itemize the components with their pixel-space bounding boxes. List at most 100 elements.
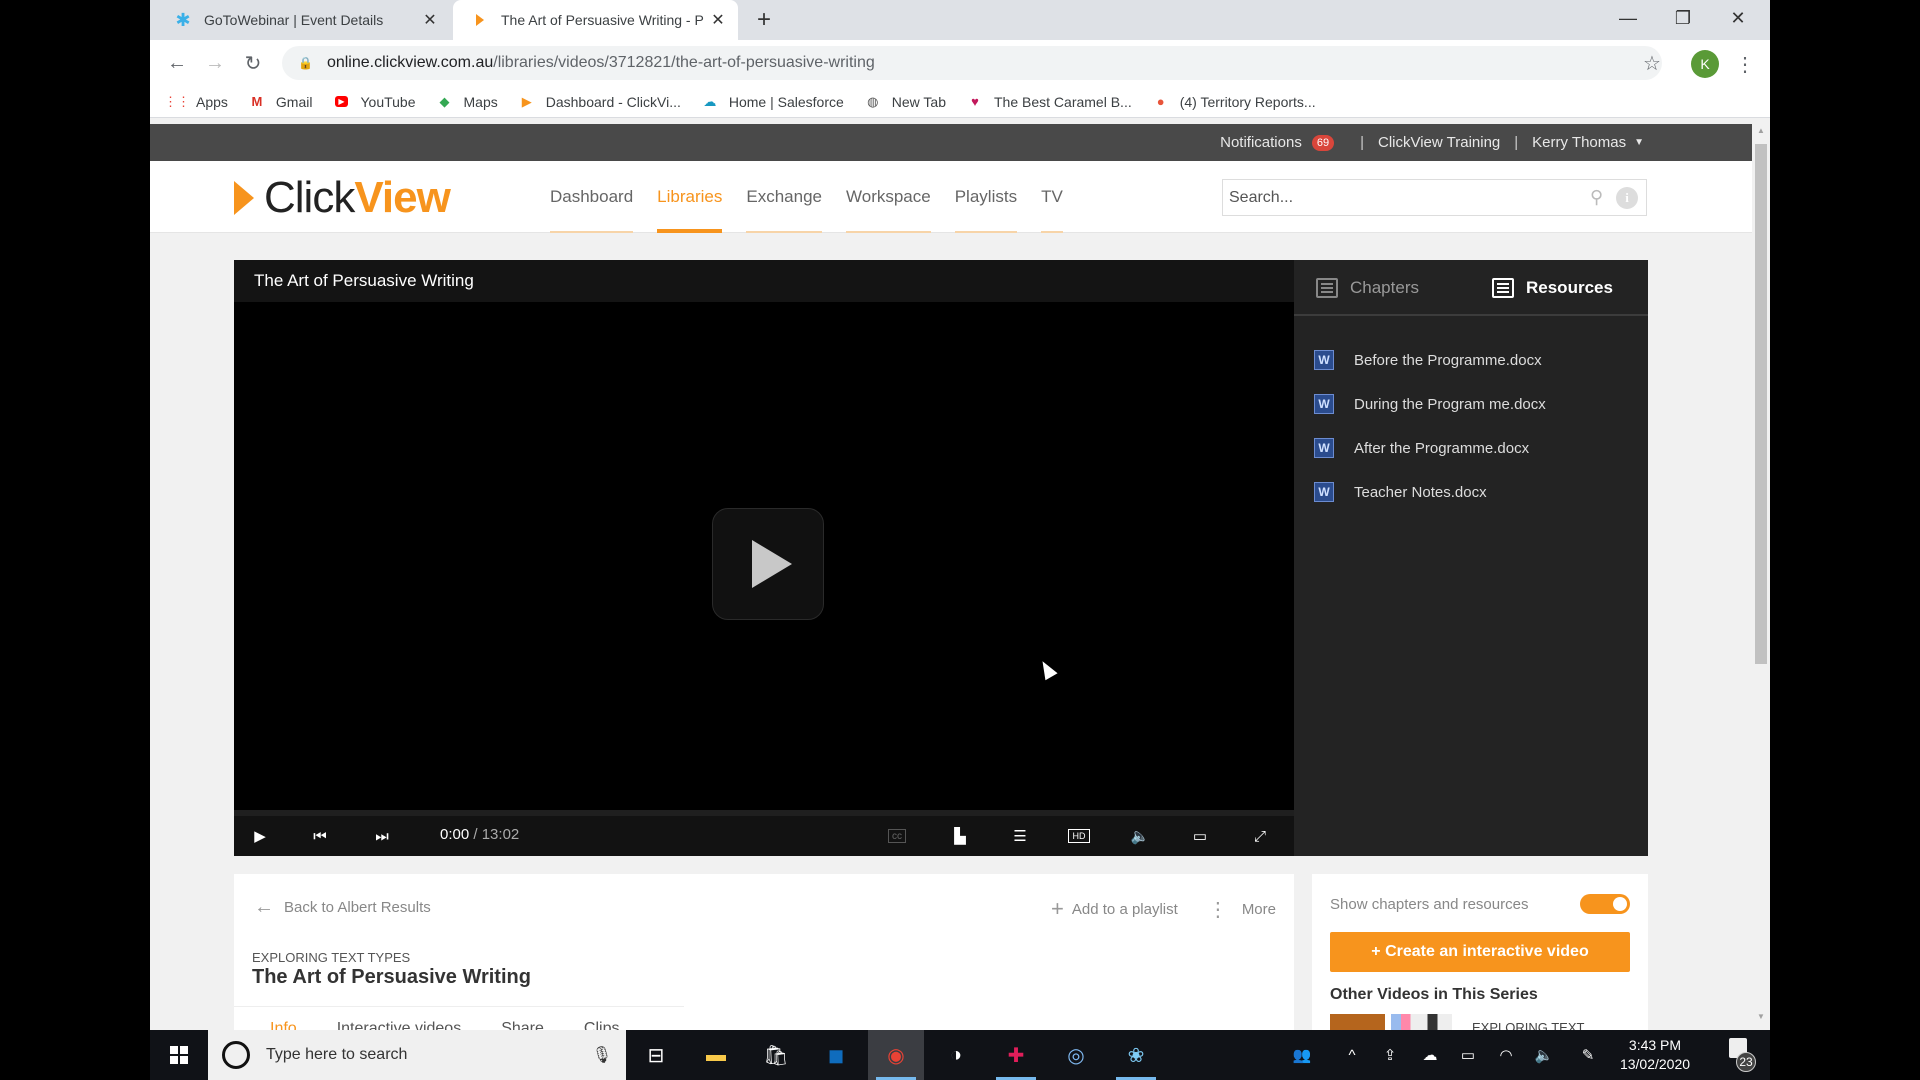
close-window-button[interactable]: ✕: [1715, 0, 1761, 36]
tab-interactive-videos[interactable]: Interactive videos: [337, 1020, 462, 1030]
create-interactive-video-button[interactable]: + Create an interactive video: [1330, 932, 1630, 972]
close-tab-icon[interactable]: ✕: [706, 10, 730, 30]
nav-exchange[interactable]: Exchange: [746, 161, 822, 233]
user-menu[interactable]: Kerry Thomas: [1532, 134, 1626, 151]
globe-icon: ◍: [867, 93, 879, 109]
chrome-icon[interactable]: ◉: [868, 1030, 924, 1080]
chapters-list-icon[interactable]: ☰: [1008, 824, 1032, 848]
video-player[interactable]: The Art of Persuasive Writing ▶ ⏮ ⏭ 0:00…: [234, 260, 1294, 856]
store-icon[interactable]: 🛍: [748, 1030, 804, 1080]
resource-item[interactable]: W During the Program me.docx: [1294, 382, 1648, 426]
bookmark-star-icon[interactable]: ☆: [1637, 48, 1667, 78]
wifi-icon[interactable]: ◠: [1488, 1030, 1524, 1080]
microphone-icon[interactable]: 🎙: [592, 1045, 612, 1065]
scroll-down-icon[interactable]: ▼: [1752, 1012, 1770, 1028]
fullscreen-icon[interactable]: ⤢: [1248, 824, 1272, 848]
captions-icon[interactable]: cc: [888, 829, 906, 843]
player-controls: ▶ ⏮ ⏭ 0:00 / 13:02 cc ▙ ☰ HD 🔈 ▭ ⤢: [234, 816, 1294, 856]
app-icon[interactable]: ◑: [928, 1030, 984, 1080]
people-icon[interactable]: 👥: [1284, 1030, 1320, 1080]
nav-playlists[interactable]: Playlists: [954, 161, 1018, 233]
org-link[interactable]: ClickView Training: [1378, 134, 1500, 151]
skip-next-icon[interactable]: ⏭: [370, 824, 394, 848]
clickview-logo[interactable]: Click View: [234, 173, 451, 223]
maps-icon: ◆: [439, 93, 450, 109]
show-hidden-icons-chevron[interactable]: ^: [1334, 1030, 1370, 1080]
resource-item[interactable]: W Before the Programme.docx: [1294, 338, 1648, 382]
notifications-badge[interactable]: 69: [1311, 134, 1335, 151]
info-icon[interactable]: i: [1616, 186, 1638, 209]
bookmark-caramel[interactable]: ♥ The Best Caramel B...: [966, 93, 1132, 111]
video-thumbnail[interactable]: [1330, 1014, 1452, 1030]
cast-screen-icon[interactable]: ▭: [1188, 824, 1212, 848]
windows-logo-icon: [170, 1046, 188, 1064]
file-explorer-icon[interactable]: ▬: [688, 1030, 744, 1080]
tab-resources[interactable]: Resources: [1492, 260, 1613, 316]
bookmark-maps[interactable]: ◆ Maps: [436, 93, 498, 111]
scroll-up-icon[interactable]: ▲: [1752, 126, 1770, 142]
nav-dashboard[interactable]: Dashboard: [550, 161, 634, 233]
browser-menu-icon[interactable]: ⋮: [1735, 50, 1755, 78]
back-arrow-icon[interactable]: ←: [162, 48, 192, 78]
hd-icon[interactable]: HD: [1068, 829, 1090, 843]
pen-icon[interactable]: ✎: [1570, 1030, 1606, 1080]
minimize-button[interactable]: —: [1605, 0, 1651, 36]
volume-icon[interactable]: 🔈: [1128, 824, 1152, 848]
play-icon[interactable]: ▶: [248, 824, 272, 848]
back-to-results-link[interactable]: ← Back to Albert Results: [254, 896, 431, 919]
bookmark-dashboard-clickview[interactable]: ▶ Dashboard - ClickVi...: [518, 93, 681, 111]
taskbar-clock[interactable]: 3:43 PM 13/02/2020: [1610, 1036, 1700, 1074]
skip-previous-icon[interactable]: ⏮: [308, 824, 332, 848]
taskbar-search[interactable]: Type here to search 🎙: [208, 1030, 626, 1080]
show-chapters-toggle[interactable]: [1580, 894, 1630, 914]
add-to-playlist-button[interactable]: Add to a playlist: [1072, 901, 1178, 918]
upload-icon[interactable]: ⇪: [1372, 1030, 1408, 1080]
tab-share[interactable]: Share: [501, 1020, 544, 1030]
page-scrollbar[interactable]: ▲ ▼: [1752, 124, 1770, 1030]
nav-tv[interactable]: TV: [1041, 161, 1063, 233]
battery-icon[interactable]: ▭: [1450, 1030, 1486, 1080]
bookmark-gmail[interactable]: M Gmail: [248, 93, 313, 111]
search-icon[interactable]: ⚲: [1590, 187, 1616, 208]
tab-clips[interactable]: Clips: [584, 1020, 620, 1030]
tab-clickview[interactable]: The Art of Persuasive Writing - P ✕: [453, 0, 738, 40]
start-button[interactable]: [150, 1030, 208, 1080]
bookmark-youtube[interactable]: ▶ YouTube: [332, 93, 416, 111]
bookmark-apps[interactable]: ⋮⋮ Apps: [164, 93, 228, 111]
resource-item[interactable]: W After the Programme.docx: [1294, 426, 1648, 470]
resource-item[interactable]: W Teacher Notes.docx: [1294, 470, 1648, 514]
restore-button[interactable]: ❐: [1660, 0, 1706, 36]
bookmark-territory-reports[interactable]: ● (4) Territory Reports...: [1152, 93, 1316, 111]
action-center-button[interactable]: 23: [1720, 1038, 1756, 1072]
forward-arrow-icon[interactable]: →: [200, 48, 230, 78]
tab-chapters[interactable]: Chapters: [1316, 260, 1419, 316]
close-tab-icon[interactable]: ✕: [418, 10, 442, 30]
bookmark-new-tab[interactable]: ◍ New Tab: [864, 93, 946, 111]
resources-icon[interactable]: ▙: [948, 824, 972, 848]
more-button[interactable]: More: [1242, 901, 1276, 918]
circle-app-icon[interactable]: ◎: [1048, 1030, 1104, 1080]
slack-icon[interactable]: ✚: [988, 1030, 1044, 1080]
volume-icon[interactable]: 🔈: [1526, 1030, 1562, 1080]
tab-title: GoToWebinar | Event Details: [204, 12, 384, 28]
bookmark-salesforce[interactable]: ☁ Home | Salesforce: [701, 93, 843, 111]
plus-icon[interactable]: +: [1051, 896, 1064, 922]
big-play-button[interactable]: [712, 508, 824, 620]
nav-libraries[interactable]: Libraries: [657, 161, 723, 233]
tab-info[interactable]: Info: [270, 1020, 297, 1030]
notifications-link[interactable]: Notifications: [1220, 134, 1302, 151]
new-tab-button[interactable]: +: [750, 6, 778, 34]
caret-down-icon[interactable]: ▼: [1634, 137, 1644, 148]
url-bar[interactable]: 🔒 online.clickview.com.au/libraries/vide…: [282, 46, 1662, 80]
task-view-icon[interactable]: ⊟: [628, 1030, 684, 1080]
more-vert-icon[interactable]: ⋮: [1208, 897, 1228, 922]
profile-avatar[interactable]: K: [1691, 50, 1719, 78]
scrollbar-thumb[interactable]: [1755, 144, 1767, 664]
onedrive-cloud-icon[interactable]: ☁: [1412, 1030, 1448, 1080]
tab-gotowebinar[interactable]: ✱ GoToWebinar | Event Details ✕: [150, 0, 450, 40]
nav-workspace[interactable]: Workspace: [846, 161, 931, 233]
reload-icon[interactable]: ↻: [238, 48, 268, 78]
outlook-icon[interactable]: ◼: [808, 1030, 864, 1080]
gotomeeting-icon[interactable]: ❀: [1108, 1030, 1164, 1080]
search-input[interactable]: [1229, 188, 1590, 207]
